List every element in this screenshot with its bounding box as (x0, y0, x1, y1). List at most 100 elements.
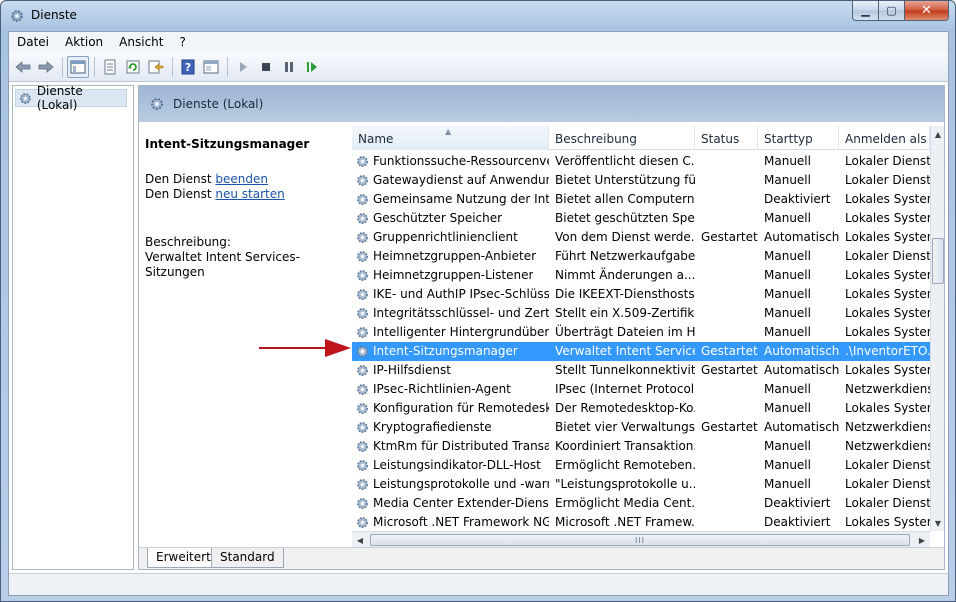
toolbar-separator (94, 56, 95, 77)
table-row[interactable]: Kryptografiedienste Bietet vier Verwaltun… (352, 418, 930, 437)
table-row[interactable]: IP-Hilfsdienst Stellt Tunnelkonnektivit..… (352, 361, 930, 380)
title-bar[interactable]: Dienste ▁ ▢ ✕ (1, 1, 955, 31)
table-cell: Leistungsprotokolle und -warn... (352, 475, 549, 494)
scroll-right-button[interactable]: ▶ (914, 532, 930, 548)
view-button[interactable] (200, 56, 222, 78)
column-header-name[interactable]: ▲ Name (352, 126, 549, 150)
service-gear-icon (357, 213, 368, 224)
start-service-button[interactable] (232, 56, 254, 78)
properties-button[interactable] (99, 56, 121, 78)
maximize-button[interactable]: ▢ (879, 1, 905, 21)
sort-ascending-icon: ▲ (445, 127, 452, 136)
stop-service-button[interactable] (255, 56, 277, 78)
table-cell: Bietet vier Verwaltungs... (555, 420, 695, 434)
close-button[interactable]: ✕ (905, 1, 949, 21)
table-row[interactable]: Konfiguration für Remotedeskt... Der Remo… (352, 399, 930, 418)
table-cell: Lokales System (845, 363, 930, 377)
table-cell (695, 380, 758, 399)
service-gear-icon (357, 422, 368, 433)
table-cell: Netzwerkdienst (845, 420, 930, 434)
table-row[interactable]: Media Center Extender-Dienst Ermöglicht M… (352, 494, 930, 513)
menu-ansicht[interactable]: Ansicht (111, 32, 171, 52)
table-cell: Manuell (764, 439, 811, 453)
console-tree-button[interactable] (67, 55, 89, 78)
table-cell: Heimnetzgruppen-Listener (352, 266, 549, 285)
stop-service-link[interactable]: beenden (215, 172, 268, 186)
table-cell: Kryptografiedienste (352, 418, 549, 437)
table-cell: Nimmt Änderungen a... (555, 268, 695, 282)
table-row[interactable]: Leistungsprotokolle und -warn... "Leistun… (352, 475, 930, 494)
forward-button[interactable] (35, 56, 57, 78)
table-row[interactable]: Geschützter Speicher Bietet geschützten S… (352, 209, 930, 228)
table-cell: Lokales System (845, 192, 930, 206)
table-cell (695, 209, 758, 228)
back-button[interactable] (12, 56, 34, 78)
column-header-starttyp[interactable]: Starttyp (758, 126, 839, 150)
column-label: Starttyp (764, 132, 813, 146)
service-gear-icon (357, 498, 368, 509)
table-cell (695, 247, 758, 266)
help-button[interactable]: ? (177, 56, 199, 78)
minimize-button[interactable]: ▁ (852, 1, 879, 21)
table-cell (695, 304, 758, 323)
back-arrow-icon (15, 60, 31, 73)
table-row[interactable]: Heimnetzgruppen-Listener Nimmt Änderungen… (352, 266, 930, 285)
scroll-up-button[interactable]: ▲ (931, 126, 944, 142)
restart-service-link[interactable]: neu starten (215, 187, 284, 201)
table-row[interactable]: Gatewaydienst auf Anwendun... Bietet Unte… (352, 171, 930, 190)
table-cell: Manuell (764, 173, 811, 187)
table-row[interactable]: Microsoft .NET Framework NG... Microsoft … (352, 513, 930, 531)
table-cell: Automatisch (764, 420, 839, 434)
menu-help[interactable]: ? (171, 32, 193, 52)
column-header-status[interactable]: Status (695, 126, 758, 150)
description-text: Verwaltet Intent Services-Sitzungen (145, 250, 300, 279)
table-row[interactable]: KtmRm für Distributed Transac... Koordini… (352, 437, 930, 456)
table-cell: Konfiguration für Remotedeskt... (352, 399, 549, 418)
column-label: Name (358, 132, 394, 146)
restart-service-button[interactable] (301, 56, 323, 78)
column-header-anmelden-als[interactable]: Anmelden als (839, 126, 930, 150)
horizontal-scrollbar[interactable]: ◀ III ▶ (352, 531, 930, 547)
table-row[interactable]: Heimnetzgruppen-Anbieter Führt Netzwerkau… (352, 247, 930, 266)
table-cell: Lokaler Dienst (845, 477, 930, 491)
table-cell (695, 171, 758, 190)
table-cell: Bietet geschützten Spei... (555, 211, 695, 225)
table-row[interactable]: Intent-Sitzungsmanager Verwaltet Intent S… (352, 342, 930, 361)
toolbar-separator (172, 56, 173, 77)
tree-item-dienste-lokal[interactable]: Dienste (Lokal) (15, 84, 127, 112)
table-row[interactable]: Leistungsindikator-DLL-Host Ermöglicht Re… (352, 456, 930, 475)
scroll-left-button[interactable]: ◀ (352, 532, 368, 548)
table-row[interactable]: Funktionssuche-Ressourcenver... Veröffent… (352, 152, 930, 171)
table-row[interactable]: Integritätsschlüssel- und Zertifi... Stel… (352, 304, 930, 323)
tab-standard[interactable]: Standard (211, 548, 284, 568)
view-icon (203, 60, 219, 73)
column-header-beschreibung[interactable]: Beschreibung (549, 126, 695, 150)
scroll-down-button[interactable]: ▼ (931, 515, 944, 531)
table-cell: Stellt Tunnelkonnektivit... (555, 363, 695, 377)
pause-service-button[interactable] (278, 56, 300, 78)
table-row[interactable]: Gruppenrichtlinienclient Von dem Dienst w… (352, 228, 930, 247)
horizontal-scroll-thumb[interactable]: III (370, 534, 910, 546)
service-gear-icon (357, 175, 368, 186)
menu-datei[interactable]: Datei (9, 32, 57, 52)
table-row[interactable]: Intelligenter Hintergrundübertr... Übertr… (352, 323, 930, 342)
table-row[interactable]: Gemeinsame Nutzung der Inte... Bietet all… (352, 190, 930, 209)
table-cell: Verwaltet Intent Service... (555, 344, 695, 358)
console-tree: Dienste (Lokal) (12, 84, 134, 570)
vertical-scrollbar[interactable]: ▲ ▼ (930, 126, 944, 531)
menu-bar: Datei Aktion Ansicht ? (9, 32, 948, 52)
table-row[interactable]: IKE- und AuthIP IPsec-Schlüsse... Die IKE… (352, 285, 930, 304)
table-cell (695, 456, 758, 475)
menu-aktion[interactable]: Aktion (57, 32, 111, 52)
table-row[interactable]: IPsec-Richtlinien-Agent IPsec (Internet P… (352, 380, 930, 399)
tab-erweitert[interactable]: Erweitert (147, 548, 220, 568)
stop-service-line: Den Dienst beenden (145, 172, 345, 187)
refresh-button[interactable] (122, 56, 144, 78)
export-button[interactable] (145, 56, 167, 78)
vertical-scroll-thumb[interactable] (932, 238, 944, 284)
table-cell: Gruppenrichtlinienclient (352, 228, 549, 247)
service-gear-icon (357, 270, 368, 281)
service-name: Leistungsprotokolle und -warn... (373, 477, 549, 491)
service-name: Intent-Sitzungsmanager (373, 344, 518, 358)
table-cell (695, 323, 758, 342)
